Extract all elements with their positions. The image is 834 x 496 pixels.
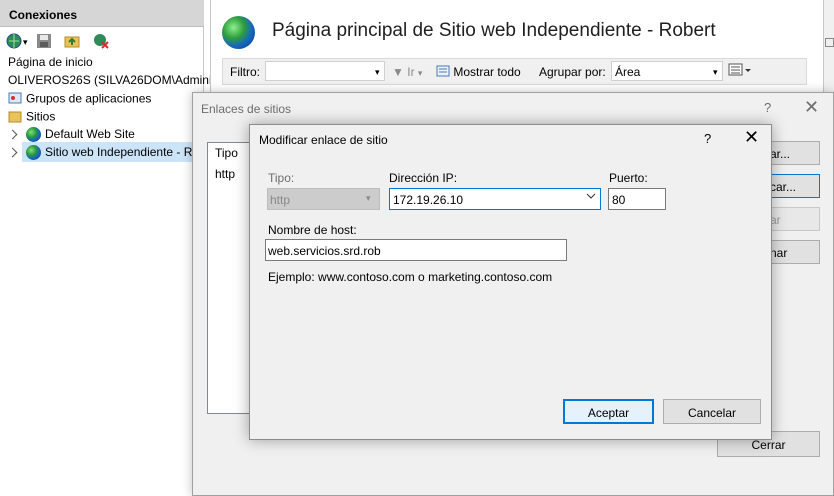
independent-site-label: Sitio web Independiente - R xyxy=(45,145,193,159)
type-label: Tipo: xyxy=(268,171,295,185)
up-folder-icon[interactable] xyxy=(64,33,80,49)
group-by-select[interactable]: Área xyxy=(611,61,723,81)
tree-item-app-pools[interactable]: Grupos de aplicaciones xyxy=(8,91,151,108)
filter-label: Filtro: xyxy=(230,65,260,79)
site-globe-icon xyxy=(222,16,255,49)
go-button[interactable]: ▼ Ir ▾ xyxy=(392,65,422,79)
ip-chevron-icon[interactable] xyxy=(586,191,596,203)
panel-toggle-icon[interactable] xyxy=(825,38,834,47)
connections-header: Conexiones xyxy=(0,0,204,27)
app-pools-label: Grupos de aplicaciones xyxy=(26,91,152,106)
tree-item-start-page[interactable]: Página de inicio xyxy=(8,55,93,69)
type-select: http xyxy=(267,188,380,210)
go-label: Ir xyxy=(407,65,415,79)
bindings-column-type[interactable]: Tipo xyxy=(215,146,238,160)
edit-close-icon[interactable]: ✕ xyxy=(744,127,759,148)
host-example-text: Ejemplo: www.contoso.com o marketing.con… xyxy=(268,270,553,284)
group-by-chevron-icon: ▾ xyxy=(713,67,718,77)
type-chevron-icon: ▾ xyxy=(366,193,371,203)
sites-label: Sitios xyxy=(26,109,56,124)
connections-toolbar: ▾ xyxy=(0,28,204,54)
accept-button[interactable]: Aceptar xyxy=(563,399,654,424)
funnel-icon: ▼ xyxy=(392,65,404,79)
tree-item-default-web-site[interactable]: Default Web Site xyxy=(26,127,135,143)
go-dropdown-icon: ▾ xyxy=(417,68,423,78)
tree-item-sites[interactable]: Sitios xyxy=(8,109,55,126)
port-label: Puerto: xyxy=(609,171,648,185)
bindings-help-icon[interactable]: ? xyxy=(764,100,771,115)
globe-icon xyxy=(26,145,41,161)
globe-icon xyxy=(26,127,41,143)
edit-binding-title: Modificar enlace de sitio xyxy=(259,133,388,147)
site-bindings-title: Enlaces de sitios xyxy=(201,102,292,116)
default-site-label: Default Web Site xyxy=(45,127,135,141)
app-pools-icon xyxy=(8,91,22,108)
binding-row-type[interactable]: http xyxy=(215,167,235,181)
view-mode-button[interactable] xyxy=(728,62,752,80)
show-all-icon xyxy=(436,65,450,79)
page-title: Página principal de Sitio web Independie… xyxy=(272,20,716,41)
cancel-button[interactable]: Cancelar xyxy=(663,399,761,424)
host-name-label: Nombre de host: xyxy=(268,223,357,237)
connect-dropdown-icon[interactable]: ▾ xyxy=(23,37,28,48)
ip-address-select[interactable]: 172.19.26.10 xyxy=(389,188,601,210)
sites-folder-icon xyxy=(8,109,22,126)
filter-dropdown-icon[interactable]: ▾ xyxy=(375,67,380,78)
disconnect-icon[interactable] xyxy=(93,33,109,49)
host-name-input[interactable]: web.servicios.srd.rob xyxy=(265,239,567,261)
connect-globe-icon[interactable] xyxy=(6,33,22,49)
show-all-button[interactable]: Mostrar todo xyxy=(436,65,521,79)
port-input[interactable]: 80 xyxy=(608,188,666,210)
filter-input[interactable] xyxy=(265,61,385,81)
tree-item-independent-site[interactable]: Sitio web Independiente - R xyxy=(26,145,193,161)
tree-item-server[interactable]: OLIVEROS26S (SILVA26DOM\Adminis xyxy=(8,73,218,87)
bindings-close-icon[interactable]: ✕ xyxy=(804,97,819,118)
show-all-label: Mostrar todo xyxy=(453,65,521,79)
save-icon[interactable] xyxy=(36,33,52,49)
group-by-label: Agrupar por: xyxy=(539,65,606,79)
edit-help-icon[interactable]: ? xyxy=(704,131,711,146)
ip-address-label: Dirección IP: xyxy=(389,171,458,185)
